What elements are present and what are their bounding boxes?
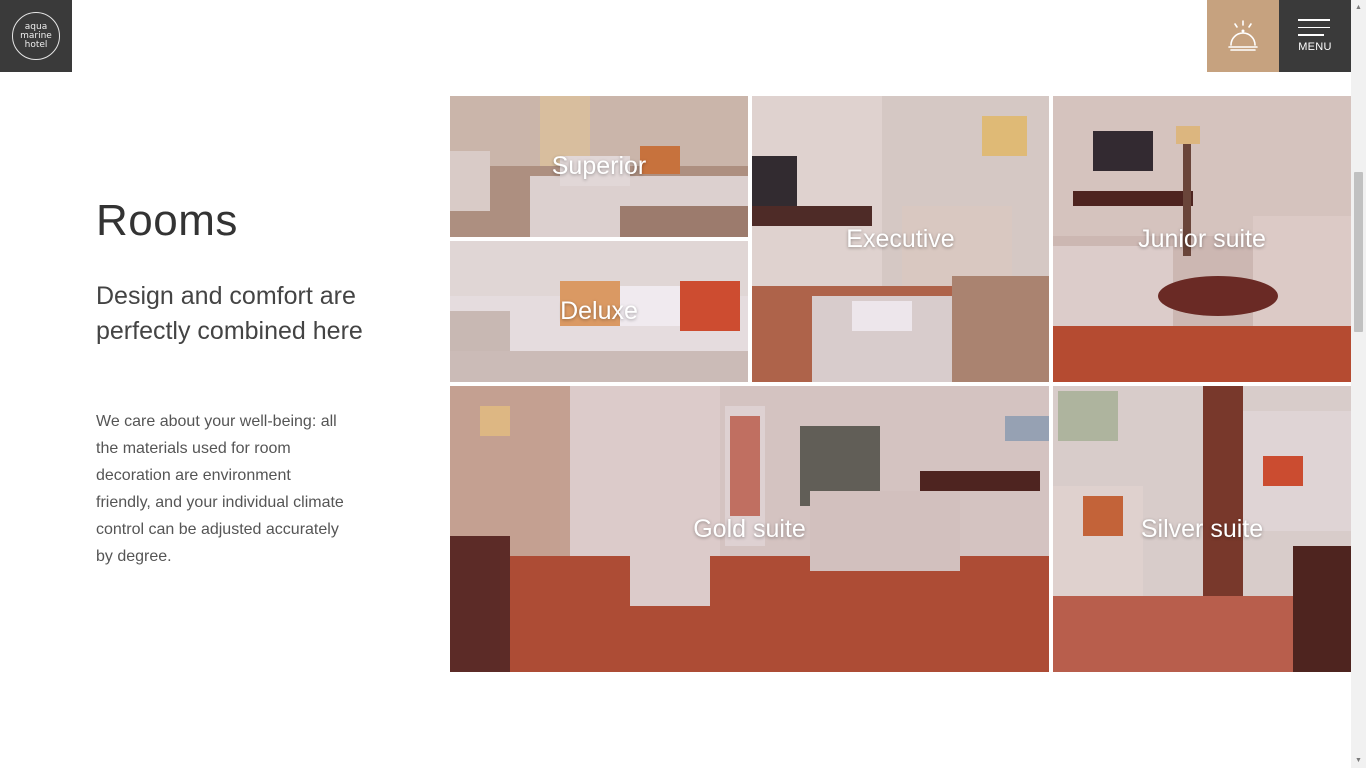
scrollbar[interactable]: ▲ ▼ (1351, 0, 1366, 768)
menu-label: MENU (1298, 41, 1332, 53)
scroll-down-arrow-icon[interactable]: ▼ (1351, 753, 1366, 768)
room-tile-executive[interactable]: Executive (752, 96, 1049, 382)
hamburger-menu-icon (1298, 19, 1330, 42)
section-description: We care about your well-being: all the m… (96, 413, 344, 565)
menu-button[interactable]: MENU (1279, 0, 1351, 72)
reception-bell-icon (1228, 20, 1258, 51)
logo-line-3: hotel (24, 39, 48, 50)
room-label-silver-suite: Silver suite (1140, 514, 1264, 543)
room-label-junior-suite: Junior suite (1138, 224, 1266, 253)
room-label-executive: Executive (846, 224, 955, 253)
logo[interactable]: aqua marine hotel (0, 0, 72, 72)
room-label-deluxe: Deluxe (560, 297, 638, 325)
section-subtitle: Design and comfort are perfectly combine… (96, 282, 363, 345)
room-tile-silver-suite[interactable]: Silver suite (1053, 386, 1351, 672)
room-tile-superior[interactable]: Superior (450, 96, 748, 237)
room-tile-junior-suite[interactable]: Junior suite (1053, 96, 1351, 382)
logo-icon: aqua marine hotel (12, 12, 60, 60)
room-label-superior: Superior (551, 152, 647, 180)
scrollbar-thumb[interactable] (1354, 172, 1363, 332)
room-label-gold-suite: Gold suite (693, 514, 806, 543)
room-tile-deluxe[interactable]: Deluxe (450, 241, 748, 382)
section-title: Rooms (96, 196, 238, 245)
room-tile-gold-suite[interactable]: Gold suite (450, 386, 1049, 672)
booking-button[interactable] (1207, 0, 1279, 72)
scroll-up-arrow-icon[interactable]: ▲ (1351, 0, 1366, 15)
